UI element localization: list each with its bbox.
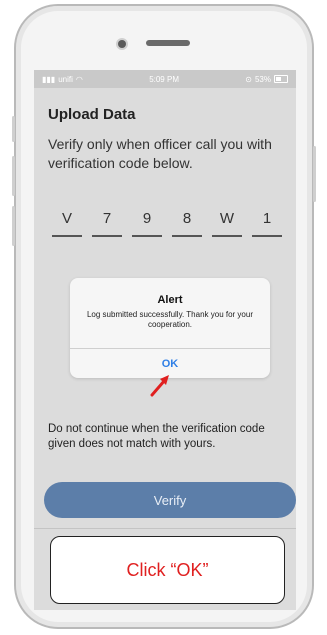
divider <box>34 528 296 529</box>
app-screen: ▮▮▮ unifi ◠ 5:09 PM ⊙ 53% Upload Data Ve… <box>34 70 296 610</box>
alert-message: Log submitted successfully. Thank you fo… <box>86 310 253 329</box>
phone-side-button-top <box>12 116 15 142</box>
code-digit: 1 <box>252 201 282 237</box>
page-title: Upload Data <box>48 106 136 123</box>
instruction-text: Verify only when officer call you with v… <box>48 136 272 171</box>
battery-percent: 53% <box>254 74 271 84</box>
code-digit: 9 <box>132 201 162 237</box>
signal-icon: ▮▮▮ <box>42 74 56 84</box>
camera-icon <box>118 40 126 48</box>
code-digit: 7 <box>92 201 122 237</box>
speaker-grille <box>146 40 190 46</box>
pointer-arrow-icon <box>150 375 169 397</box>
alert-title: Alert <box>157 294 183 306</box>
location-icon: ⊙ <box>245 74 252 84</box>
wifi-icon: ◠ <box>75 74 83 84</box>
alert-dialog: Alert Log submitted successfully. Thank … <box>70 278 270 378</box>
phone-power-button <box>313 146 316 202</box>
status-time: 5:09 PM <box>149 74 179 84</box>
battery-icon <box>274 75 288 83</box>
instruction-callout: Click “OK” <box>50 536 285 604</box>
verify-button[interactable]: Verify <box>44 482 296 518</box>
phone-side-button-mid <box>12 156 15 196</box>
verification-code-row: V 7 9 8 W 1 <box>48 201 282 237</box>
phone-side-button-low <box>12 206 15 246</box>
status-bar: ▮▮▮ unifi ◠ 5:09 PM ⊙ 53% <box>34 70 296 88</box>
code-digit: V <box>52 201 82 237</box>
warning-text: Do not continue when the verification co… <box>48 423 265 450</box>
carrier-label: unifi <box>58 74 73 84</box>
code-digit: W <box>212 201 242 237</box>
code-digit: 8 <box>172 201 202 237</box>
